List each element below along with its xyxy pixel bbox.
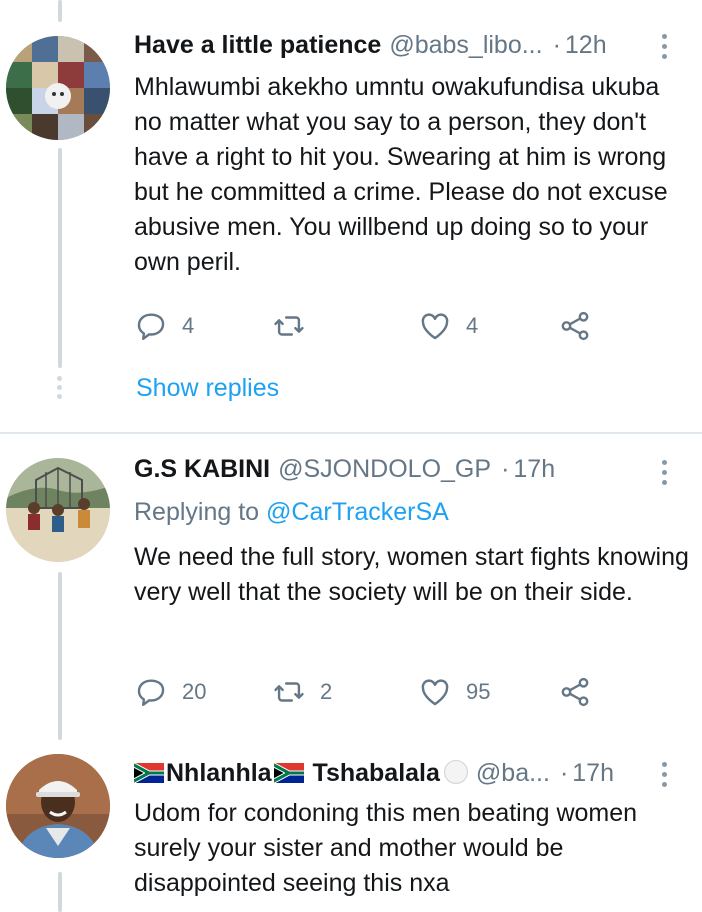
mention-link[interactable]: @CarTrackerSA bbox=[266, 498, 449, 526]
tweet-actions: 4 4 bbox=[134, 308, 604, 344]
display-name-part: Nhlanhla bbox=[166, 759, 272, 787]
display-name[interactable]: Have a little patience bbox=[134, 30, 381, 60]
like-button[interactable]: 4 bbox=[418, 308, 478, 344]
reply-icon bbox=[137, 679, 165, 706]
separator-dot: · bbox=[559, 759, 569, 787]
timestamp[interactable]: 17h bbox=[572, 758, 614, 788]
heart-icon bbox=[421, 679, 449, 706]
tweet-actions: 20 2 95 bbox=[134, 674, 604, 710]
avatar[interactable] bbox=[6, 754, 110, 858]
tweet-header: Have a little patience @babs_libo... · 1… bbox=[134, 30, 662, 60]
display-name[interactable]: Nhlanhla Tshabalala bbox=[134, 758, 468, 788]
reply-button[interactable]: 20 bbox=[134, 674, 206, 710]
tweet-text: Udom for condoning this men beating wome… bbox=[134, 799, 638, 897]
tweet-header: G.S KABINI @SJONDOLO_GP · 17h bbox=[134, 454, 662, 484]
separator-dot: · bbox=[552, 31, 561, 59]
south-africa-flag-icon bbox=[273, 763, 304, 783]
more-vertical-icon[interactable] bbox=[660, 34, 668, 59]
reply-count: 20 bbox=[182, 679, 207, 704]
timestamp[interactable]: 12h bbox=[565, 30, 607, 60]
retweet-button[interactable]: 2 bbox=[272, 674, 332, 710]
tweet[interactable]: Nhlanhla Tshabalala @ba... · 17h Udom fo… bbox=[0, 740, 702, 912]
share-icon bbox=[561, 677, 589, 707]
tweet[interactable]: Have a little patience @babs_libo... · 1… bbox=[0, 0, 702, 430]
avatar[interactable] bbox=[6, 36, 110, 140]
show-replies-link[interactable]: Show replies bbox=[136, 374, 279, 403]
like-count: 95 bbox=[466, 679, 491, 704]
display-name-part: Tshabalala bbox=[312, 759, 440, 787]
share-button[interactable] bbox=[558, 674, 592, 710]
tweet[interactable]: G.S KABINI @SJONDOLO_GP · 17h Replying t… bbox=[0, 434, 702, 740]
tweet-text: Mhlawumbi akekho umntu owakufundisa ukub… bbox=[134, 73, 668, 276]
heart-icon bbox=[421, 313, 449, 340]
tweet-text: We need the full story, women start figh… bbox=[134, 543, 689, 606]
more-vertical-icon[interactable] bbox=[660, 762, 668, 787]
like-button[interactable]: 95 bbox=[418, 674, 490, 710]
timestamp[interactable]: 17h bbox=[513, 454, 555, 484]
separator-dot: · bbox=[501, 455, 510, 483]
south-africa-flag-icon bbox=[134, 763, 164, 783]
avatar[interactable] bbox=[6, 458, 110, 562]
avatar-photo-image bbox=[6, 754, 110, 858]
replying-to: Replying to @CarTrackerSA bbox=[134, 497, 449, 527]
retweet-button[interactable] bbox=[272, 308, 320, 344]
retweet-icon bbox=[274, 316, 304, 336]
avatar-photo-image bbox=[6, 458, 110, 562]
more-vertical-icon[interactable] bbox=[660, 460, 668, 485]
reply-count: 4 bbox=[182, 313, 195, 338]
retweet-count: 2 bbox=[320, 679, 333, 704]
tweet-header: Nhlanhla Tshabalala @ba... · 17h bbox=[134, 758, 662, 788]
white-circle-emoji-icon bbox=[443, 760, 468, 784]
share-button[interactable] bbox=[558, 308, 592, 344]
reply-button[interactable]: 4 bbox=[134, 308, 194, 344]
reply-icon bbox=[137, 313, 165, 340]
user-handle[interactable]: @ba... bbox=[476, 758, 550, 788]
user-handle[interactable]: @SJONDOLO_GP bbox=[278, 454, 491, 484]
avatar-collage-image bbox=[6, 36, 110, 140]
share-icon bbox=[561, 311, 589, 341]
replying-to-label: Replying to bbox=[134, 498, 260, 526]
like-count: 4 bbox=[466, 313, 479, 338]
user-handle[interactable]: @babs_libo... bbox=[389, 30, 542, 60]
retweet-icon bbox=[274, 682, 304, 702]
display-name[interactable]: G.S KABINI bbox=[134, 454, 270, 484]
